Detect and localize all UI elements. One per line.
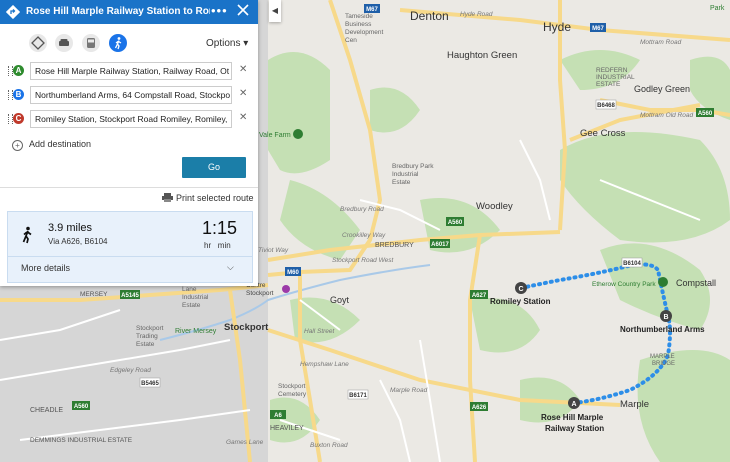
title-bar: Rose Hill Marple Railway Station to Romi… xyxy=(0,0,258,24)
label-demmings: DEMMINGS INDUSTRIAL ESTATE xyxy=(30,437,133,444)
park-icon[interactable] xyxy=(658,277,668,287)
card-divider xyxy=(8,256,252,257)
marker-c-label: Romiley Station xyxy=(490,297,551,306)
remove-waypoint-b-icon[interactable]: ✕ xyxy=(239,88,247,99)
label-denton: Denton xyxy=(410,9,449,23)
drive-car-icon[interactable] xyxy=(55,34,73,52)
label-stockport: Stockport xyxy=(224,322,269,333)
svg-text:Mottram Old Road: Mottram Old Road xyxy=(640,112,693,119)
remove-waypoint-c-icon[interactable]: ✕ xyxy=(239,112,247,123)
shield-b6171: B6171 xyxy=(349,393,367,399)
label-godley-green: Godley Green xyxy=(634,84,690,94)
svg-text:Buxton Road: Buxton Road xyxy=(310,442,348,449)
remove-waypoint-a-icon[interactable]: ✕ xyxy=(239,64,247,75)
route-mode-icon[interactable] xyxy=(29,34,47,52)
transit-bus-icon[interactable] xyxy=(82,34,100,52)
walking-mode-icon[interactable] xyxy=(109,34,127,52)
window-title: Rose Hill Marple Railway Station to Romi… xyxy=(26,6,210,17)
label-heaviley: HEAVILEY xyxy=(270,425,304,432)
tameside-1: Tameside xyxy=(345,13,373,20)
shield-a5145: A5145 xyxy=(121,293,139,299)
svg-text:Mottram Road: Mottram Road xyxy=(640,39,682,46)
waypoint-a: A Rose Hill Marple Railway Station, Rail… xyxy=(8,62,248,80)
waypoint-a-input[interactable]: Rose Hill Marple Railway Station, Railwa… xyxy=(30,62,232,80)
route-distance: 3.9 miles xyxy=(48,222,93,234)
expand-chevron-icon[interactable]: ⌵ xyxy=(227,262,234,273)
label-woodley: Woodley xyxy=(476,201,513,212)
shield-a560c: A560 xyxy=(74,404,89,410)
label-etherow: Etherow Country Park xyxy=(592,281,656,288)
route-summary-card[interactable]: 3.9 miles Via A626, B6104 1:15 hr min Mo… xyxy=(7,211,253,283)
shield-a627: A627 xyxy=(472,293,487,299)
shield-a560b: A560 xyxy=(698,111,713,117)
svg-text:StockportCemetery: Stockport Cemetery xyxy=(278,383,307,398)
svg-text:C: C xyxy=(518,286,523,293)
svg-text:Marple Road: Marple Road xyxy=(390,387,428,394)
label-goyt: Goyt xyxy=(330,295,350,305)
shopping-icon[interactable] xyxy=(282,285,290,293)
shield-b6104: B6104 xyxy=(623,261,641,267)
marker-b-label: Northumberland Arms xyxy=(620,325,705,334)
label-compstall: Compstall xyxy=(676,278,716,288)
more-details-link[interactable]: More details xyxy=(21,263,70,273)
shield-b5465: B5465 xyxy=(141,381,159,387)
svg-text:Tiviot Way: Tiviot Way xyxy=(258,247,289,254)
svg-text:Hyde Road: Hyde Road xyxy=(460,11,493,18)
route-via: Via A626, B6104 xyxy=(48,237,108,246)
waypoint-b-badge: B xyxy=(13,89,24,100)
shield-a6: A6 xyxy=(274,413,282,419)
shield-m67b: M67 xyxy=(592,26,604,32)
shield-a626: A626 xyxy=(472,405,487,411)
label-hyde: Hyde xyxy=(543,20,571,34)
waypoint-c-input[interactable]: Romiley Station, Stockport Road Romiley,… xyxy=(30,110,232,128)
directions-icon xyxy=(6,5,20,19)
label-mersey: MERSEY xyxy=(80,291,108,298)
route-time: 1:15 xyxy=(202,218,238,238)
shield-m60: M60 xyxy=(287,270,299,276)
svg-text:Hempshaw Lane: Hempshaw Lane xyxy=(300,361,349,368)
svg-text:Games Lane: Games Lane xyxy=(226,439,264,446)
svg-text:B: B xyxy=(663,314,668,321)
printer-icon xyxy=(162,193,173,202)
divider xyxy=(0,187,258,188)
waypoint-a-badge: A xyxy=(13,65,24,76)
shield-a560: A560 xyxy=(448,220,463,226)
shield-a6017: A6017 xyxy=(431,242,449,248)
svg-text:MARPLEBRIDGE: MARPLE BRIDGE xyxy=(650,354,675,367)
add-destination-button[interactable]: + Add destination xyxy=(12,139,91,151)
label-gee-cross: Gee Cross xyxy=(580,128,626,139)
svg-text:Hall Street: Hall Street xyxy=(304,328,336,335)
label-bredbury: BREDBURY xyxy=(375,242,414,249)
more-options-icon[interactable]: ••• xyxy=(211,3,228,18)
svg-text:Edgeley Road: Edgeley Road xyxy=(110,367,151,374)
waypoint-c-badge: C xyxy=(13,113,24,124)
waypoint-c: C Romiley Station, Stockport Road Romile… xyxy=(8,110,248,128)
svg-text:Crookilley Way: Crookilley Way xyxy=(342,232,386,239)
directions-panel: Rose Hill Marple Railway Station to Romi… xyxy=(0,0,258,286)
route-time-units: hr min xyxy=(204,241,231,250)
svg-text:Bredbury Road: Bredbury Road xyxy=(340,206,384,213)
walking-icon xyxy=(22,226,32,244)
print-route-button[interactable]: Print selected route xyxy=(162,193,254,203)
label-haughton-green: Haughton Green xyxy=(447,50,517,61)
waypoint-b: B Northumberland Arms, 64 Compstall Road… xyxy=(8,86,248,104)
svg-text:Stockport Road West: Stockport Road West xyxy=(332,257,394,264)
label-cheadle: CHEADLE xyxy=(30,407,63,414)
label-vale-farm: Vale Farm xyxy=(259,132,291,139)
farm-icon[interactable] xyxy=(293,129,303,139)
options-dropdown[interactable]: Options ▾ xyxy=(206,38,248,49)
label-park: Park xyxy=(710,5,725,12)
chevron-down-icon: ▾ xyxy=(243,38,249,49)
label-river-mersey: River Mersey xyxy=(175,328,217,335)
label-marple: Marple xyxy=(620,399,649,410)
shield-b6468: B6468 xyxy=(597,103,615,109)
collapse-panel-button[interactable]: ◀ xyxy=(269,0,281,22)
close-icon[interactable] xyxy=(236,3,250,17)
go-button[interactable]: Go xyxy=(182,157,246,178)
waypoint-b-input[interactable]: Northumberland Arms, 64 Compstall Road, … xyxy=(30,86,232,104)
plus-icon: + xyxy=(12,140,23,151)
svg-text:A: A xyxy=(571,401,576,408)
